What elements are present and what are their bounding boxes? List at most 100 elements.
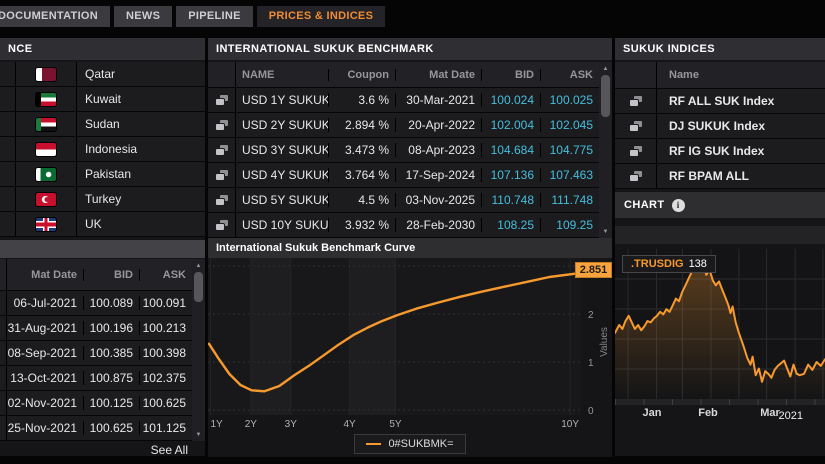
quote-icon[interactable]	[215, 120, 228, 130]
maturity-table: Mat Date BID ASK 06-Jul-2021 100.089 100…	[0, 259, 205, 441]
scroll-up-icon[interactable]	[599, 63, 612, 74]
flag-qatar-icon	[36, 67, 56, 81]
country-name: Sudan	[85, 117, 120, 131]
flag-pakistan-icon	[36, 167, 56, 181]
quote-icon[interactable]	[215, 170, 228, 180]
country-row-qatar[interactable]: Qatar	[0, 62, 205, 87]
quote-icon[interactable]	[629, 121, 642, 131]
tab-news[interactable]: NEWS	[114, 6, 173, 27]
info-icon[interactable]	[671, 198, 685, 212]
table-header: Name	[615, 62, 825, 89]
x-axis-year: 2021	[778, 410, 803, 422]
table-row[interactable]: 13-Oct-2021 100.875 102.375	[0, 366, 192, 391]
country-list: Qatar Kuwait Sudan Indonesia Pakistan Tu…	[0, 62, 205, 237]
country-row-uk[interactable]: UK	[0, 212, 205, 237]
scrollbar-thumb[interactable]	[601, 75, 610, 117]
svg-text:10Y: 10Y	[561, 419, 579, 430]
benchmark-row[interactable]: USD 3Y SUKUK 3.473 % 08-Apr-2023 104.684…	[208, 138, 599, 163]
index-chart[interactable]: .TRUSDIG 138	[614, 249, 825, 399]
country-row-kuwait[interactable]: Kuwait	[0, 87, 205, 112]
country-row-sudan[interactable]: Sudan	[0, 112, 205, 137]
panel-indices: SUKUK INDICES Name RF ALL SUK Index DJ S…	[614, 38, 825, 456]
svg-text:3Y: 3Y	[285, 419, 298, 430]
benchmark-row[interactable]: USD 5Y SUKUK 4.5 % 03-Nov-2025 110.748 1…	[208, 188, 599, 213]
table-row[interactable]: 25-Nov-2021 100.625 101.125	[0, 416, 192, 441]
scrollbar-thumb[interactable]	[194, 272, 203, 302]
flag-sudan-icon	[36, 117, 56, 131]
section-divider-bar	[0, 240, 205, 258]
benchmark-curve-svg: 0123Values1Y2Y3Y4Y5Y10Y	[207, 258, 610, 430]
flag-turkey-icon	[36, 192, 56, 206]
scroll-down-icon[interactable]	[192, 429, 205, 440]
see-all-link[interactable]: See All	[151, 443, 188, 457]
table-row[interactable]: 08-Sep-2021 100.385 100.398	[0, 341, 192, 366]
col-mat-date[interactable]: Mat Date	[7, 269, 83, 281]
quote-icon[interactable]	[215, 195, 228, 205]
svg-text:0: 0	[588, 406, 594, 417]
col-mat-date[interactable]: Mat Date	[395, 68, 481, 81]
benchmark-row[interactable]: USD 2Y SUKUK 2.894 % 20-Apr-2022 102.004…	[208, 113, 599, 138]
quote-icon[interactable]	[629, 96, 642, 106]
scroll-up-icon[interactable]	[192, 260, 205, 271]
scroll-down-icon[interactable]	[599, 226, 612, 237]
table-row[interactable]: 06-Jul-2021 100.089 100.091	[0, 291, 192, 316]
country-name: UK	[85, 217, 102, 231]
quote-icon[interactable]	[629, 146, 642, 156]
chart-legend[interactable]: 0#SUKBMK=	[354, 434, 466, 454]
chart-toolbar-strip	[615, 226, 825, 244]
benchmark-table: NAME Coupon Mat Date BID ASK USD 1Y SUKU…	[208, 62, 612, 238]
country-name: Indonesia	[85, 142, 138, 156]
tab-documentation[interactable]: DOCUMENTATION	[0, 6, 111, 27]
col-coupon[interactable]: Coupon	[328, 68, 395, 81]
country-name: Turkey	[85, 192, 122, 206]
index-row[interactable]: RF ALL SUK Index	[615, 89, 825, 114]
index-row[interactable]: DJ SUKUK Index	[615, 114, 825, 139]
benchmark-row[interactable]: USD 10Y SUKUK 3.932 % 28-Feb-2030 108.25…	[208, 213, 599, 238]
country-row-indonesia[interactable]: Indonesia	[0, 137, 205, 162]
table-row[interactable]: 31-Aug-2021 100.196 100.213	[0, 316, 192, 341]
svg-text:Values: Values	[599, 327, 610, 357]
quote-icon[interactable]	[215, 220, 228, 230]
quote-icon[interactable]	[629, 171, 642, 181]
svg-text:4Y: 4Y	[343, 419, 356, 430]
col-bid[interactable]: BID	[481, 68, 540, 81]
col-ask[interactable]: ASK	[540, 68, 599, 81]
last-value-badge: 2.851	[575, 262, 612, 278]
benchmark-row[interactable]: USD 4Y SUKUK 3.764 % 17-Sep-2024 107.136…	[208, 163, 599, 188]
country-row-pakistan[interactable]: Pakistan	[0, 162, 205, 187]
svg-text:2Y: 2Y	[245, 419, 258, 430]
col-bid[interactable]: BID	[83, 268, 139, 281]
benchmark-panel-title: INTERNATIONAL SUKUK BENCHMARK	[208, 38, 612, 60]
quote-icon[interactable]	[215, 145, 228, 155]
vertical-scrollbar[interactable]	[192, 259, 205, 441]
benchmark-curve-chart[interactable]: 0123Values1Y2Y3Y4Y5Y10Y 2.851	[207, 258, 612, 430]
col-name[interactable]: Name	[657, 69, 825, 81]
vertical-scrollbar[interactable]	[599, 62, 612, 238]
svg-text:2: 2	[588, 310, 594, 321]
col-ask[interactable]: ASK	[139, 268, 192, 281]
curve-title: International Sukuk Benchmark Curve	[208, 238, 612, 258]
benchmark-row[interactable]: USD 1Y SUKUK 3.6 % 30-Mar-2021 100.024 1…	[208, 88, 599, 113]
tab-pipeline[interactable]: PIPELINE	[176, 6, 253, 27]
country-name: Kuwait	[85, 92, 122, 106]
tab-prices-indices[interactable]: PRICES & INDICES	[256, 6, 386, 27]
ric-badge[interactable]: .TRUSDIG 138	[622, 255, 716, 273]
col-name[interactable]: NAME	[236, 69, 328, 81]
country-row-turkey[interactable]: Turkey	[0, 187, 205, 212]
chart-section-header: CHART	[615, 192, 825, 218]
x-tick-feb: Feb	[698, 407, 718, 419]
panel-title-left: NCE	[0, 38, 205, 60]
index-row[interactable]: RF BPAM ALL	[615, 164, 825, 189]
ric-code: .TRUSDIG	[631, 258, 684, 270]
top-nav: DOCUMENTATION NEWS PIPELINE PRICES & IND…	[0, 6, 386, 27]
country-name: Pakistan	[85, 167, 132, 181]
indices-panel-title: SUKUK INDICES	[615, 38, 825, 60]
flag-uk-icon	[36, 217, 56, 231]
table-header: Mat Date BID ASK	[0, 259, 192, 291]
terminal-screen: DOCUMENTATION NEWS PIPELINE PRICES & IND…	[0, 0, 825, 464]
ric-last-value: 138	[688, 258, 707, 270]
table-row[interactable]: 02-Nov-2021 100.125 100.625	[0, 391, 192, 416]
index-row[interactable]: RF IG SUK Index	[615, 139, 825, 164]
quote-icon[interactable]	[215, 95, 228, 105]
svg-text:1: 1	[588, 358, 594, 369]
